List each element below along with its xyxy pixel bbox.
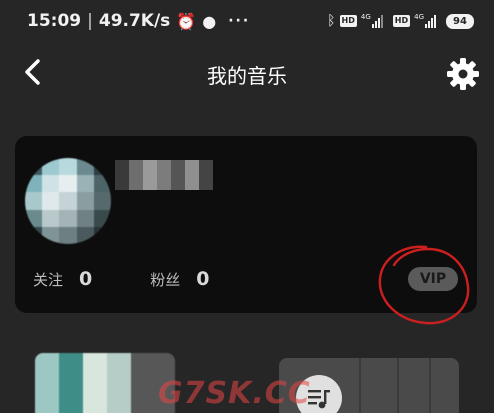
bluetooth-icon: ᛒ <box>327 13 336 29</box>
header-bar: 我的音乐 <box>0 50 494 94</box>
vip-badge[interactable]: VIP <box>408 267 458 291</box>
following-label: 关注 <box>33 270 64 289</box>
settings-button[interactable] <box>444 55 482 93</box>
avatar[interactable] <box>25 158 111 244</box>
gear-icon <box>447 58 479 90</box>
status-time: 15:09 <box>27 11 82 31</box>
status-left: 15:09 | 49.7K/s ⏰ ● ··· <box>27 10 250 32</box>
signal-bars-1-icon <box>371 14 383 28</box>
profile-card[interactable]: 关注 0 粉丝 0 VIP <box>15 136 477 313</box>
following-stat[interactable]: 关注 0 <box>33 268 92 290</box>
globe-icon: ● <box>202 11 217 31</box>
hd-badge-2: HD <box>392 15 411 27</box>
network-speed: 49.7K/s <box>98 11 171 31</box>
following-count: 0 <box>79 268 93 290</box>
status-separator: | <box>87 11 93 31</box>
page-title: 我的音乐 <box>207 64 287 88</box>
followers-count: 0 <box>196 268 210 290</box>
hd-badge-1: HD <box>339 15 357 27</box>
followers-stat[interactable]: 粉丝 0 <box>150 268 209 290</box>
status-right: ᛒ HD 4G HD 4G 94 <box>327 11 474 31</box>
more-dots: ··· <box>228 13 251 29</box>
sim1-network-label: 4G <box>360 12 371 21</box>
my-music-screen: 15:09 | 49.7K/s ⏰ ● ··· ᛒ HD 4G HD 4G 94 <box>0 0 494 413</box>
battery-indicator: 94 <box>446 13 474 29</box>
signal-bars-2-icon <box>425 14 436 28</box>
username-pixelated <box>115 160 213 190</box>
stats-row: 关注 0 粉丝 0 <box>33 268 210 290</box>
music-list-icon[interactable] <box>296 375 342 413</box>
sim2-network-label: 4G <box>414 12 424 21</box>
status-bar: 15:09 | 49.7K/s ⏰ ● ··· ᛒ HD 4G HD 4G 94 <box>0 0 494 40</box>
playlist-cover-1[interactable] <box>35 353 175 413</box>
alarm-clock-icon: ⏰ <box>176 11 197 31</box>
followers-label: 粉丝 <box>150 270 181 289</box>
